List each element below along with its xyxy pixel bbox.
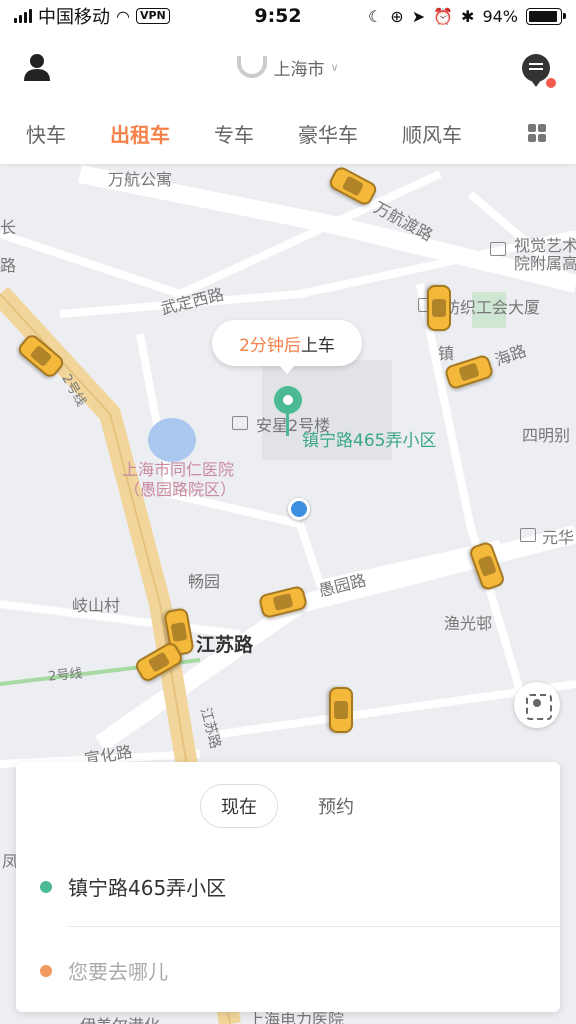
divider (68, 926, 560, 927)
map-label-wanhang-apartment: 万航公寓 (108, 170, 173, 189)
service-tabs: 快车 出租车 专车 豪华车 顺风车 (0, 102, 576, 164)
didi-logo (237, 56, 268, 78)
profile-icon[interactable] (22, 52, 52, 82)
poi-cart-icon (520, 528, 536, 542)
map-label-line2-b: 2号线 (47, 666, 84, 685)
destination-dot-icon (40, 964, 52, 977)
vpn-badge: VPN (135, 8, 170, 24)
pickup-pin-stem (286, 412, 289, 436)
map-label-visual-arts-2: 院附属高 (514, 254, 576, 273)
destination-input[interactable]: 您要去哪儿 (40, 956, 168, 985)
trip-card: 现在 预约 镇宁路465弄小区 您要去哪儿 (16, 762, 560, 1012)
map-label-lu: 路 (0, 256, 17, 275)
pickup-address: 镇宁路465弄小区 (68, 876, 227, 900)
map-label-siming: 四明别 (522, 426, 571, 445)
recenter-location-button[interactable] (514, 682, 560, 728)
poi-building-icon (232, 416, 248, 430)
tab-zhuanche[interactable]: 专车 (214, 119, 254, 148)
pickup-eta-bubble[interactable]: 2分钟后 上车 (212, 320, 362, 374)
wifi-icon: ◠ (116, 6, 130, 26)
time-toggle: 现在 预约 (200, 784, 354, 828)
battery-percentage: 94% (482, 6, 518, 26)
tab-luxury[interactable]: 豪华车 (298, 119, 358, 148)
map-label-jiangsu-rd: 江苏路 (196, 634, 254, 656)
map-label-yuanhua: 元华 (542, 528, 575, 547)
rotation-lock-icon: ⊕ (390, 6, 404, 26)
tab-taxi[interactable]: 出租车 (110, 119, 170, 148)
battery-fill (529, 10, 558, 22)
moon-icon: ☾ (367, 6, 383, 26)
battery-icon (526, 7, 566, 25)
bluetooth-icon: ✱ (461, 6, 475, 26)
notification-dot (546, 78, 556, 88)
status-time: 9:52 (254, 5, 302, 27)
map-label-zhen: 镇 (438, 344, 455, 363)
tab-kuaiche[interactable]: 快车 (26, 119, 66, 148)
map-label-textile-union: 纺织工会大厦 (444, 298, 541, 317)
destination-placeholder: 您要去哪儿 (68, 960, 168, 984)
map-label-qishan-village: 岐山村 (72, 596, 121, 615)
map-label-yishan: 伊美尔港化 (80, 1012, 160, 1024)
current-location-icon (288, 498, 310, 520)
now-button[interactable]: 现在 (200, 784, 278, 828)
carrier-name: 中国移动 (38, 7, 110, 28)
reserve-button[interactable]: 预约 (318, 793, 354, 819)
chevron-down-icon: ∨ (330, 60, 339, 74)
map-label-yuguang-lane: 渔光邨 (444, 614, 493, 633)
pickup-eta-time: 2分钟后 (239, 335, 301, 356)
status-bar: 中国移动 ◠ VPN 9:52 ☾ ⊕ ➤ ⏰ ✱ 94% (0, 0, 576, 32)
location-arrow-icon: ➤ (411, 6, 426, 26)
map-label-changyuan: 畅园 (188, 572, 221, 591)
pickup-dot-icon (40, 880, 52, 893)
app-header: 上海市 ∨ (0, 32, 576, 102)
alarm-icon: ⏰ (433, 6, 454, 26)
more-services-icon[interactable] (528, 124, 546, 142)
pickup-pin-icon (274, 386, 302, 414)
pickup-eta-suffix: 上车 (300, 335, 335, 356)
pickup-address-row[interactable]: 镇宁路465弄小区 (40, 872, 226, 901)
pickup-location-label: 镇宁路465弄小区 (302, 431, 437, 451)
city-selector[interactable]: 上海市 ∨ (237, 55, 339, 80)
message-icon[interactable] (522, 54, 550, 87)
taxi-car-icon (427, 285, 451, 331)
taxi-car-icon (329, 687, 353, 733)
map-label-chang: 长 (0, 218, 17, 237)
poi-building-icon (490, 242, 506, 256)
map-label-tongren-branch: （愚园路院区） (124, 480, 237, 499)
city-name: 上海市 (273, 59, 325, 80)
tab-carpool[interactable]: 顺风车 (402, 119, 462, 148)
signal-icon (14, 9, 32, 23)
